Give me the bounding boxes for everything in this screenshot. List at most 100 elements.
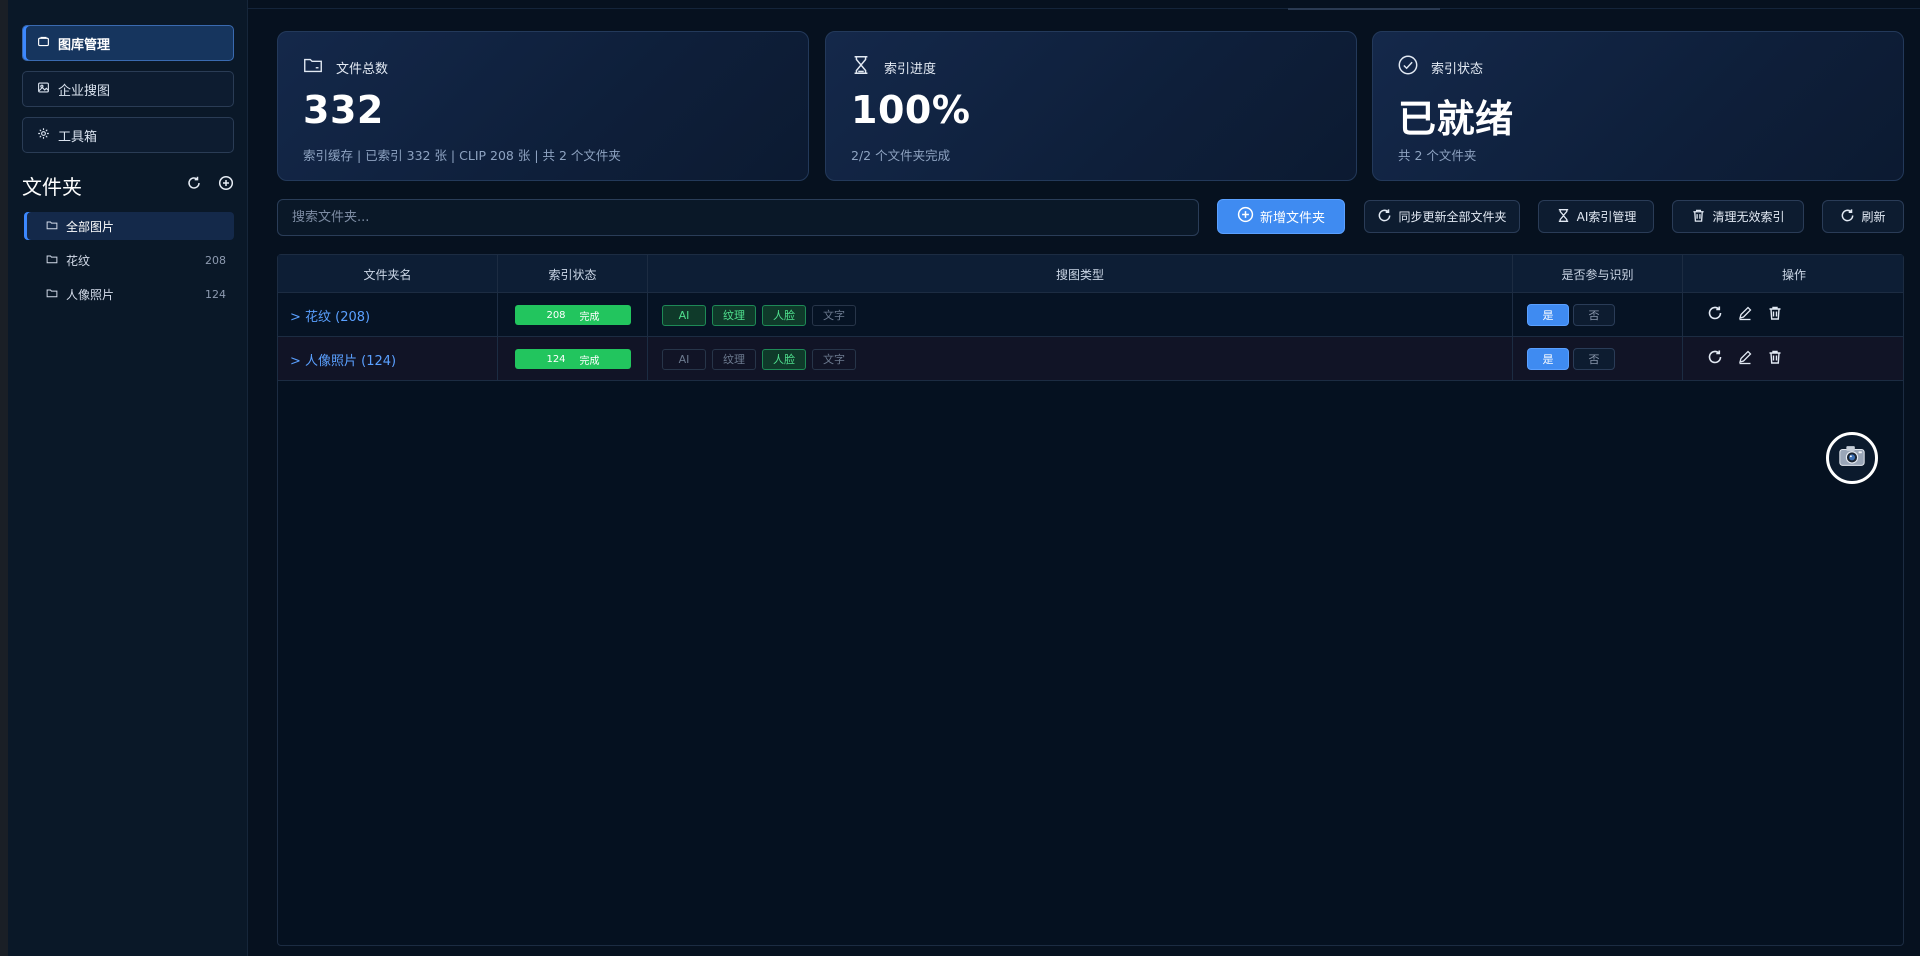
top-divider (248, 8, 1920, 9)
nav-library-button[interactable]: 图库管理 (22, 25, 234, 61)
folder-name-link[interactable]: > 人像照片 (124) (278, 337, 498, 381)
refresh-button[interactable]: 刷新 (1822, 200, 1904, 233)
table-row: > 人像照片 (124) 124 完成 AI 纹理 人脸 文字 是 否 (278, 337, 1903, 381)
folder-actions (186, 175, 236, 195)
nav-library-label: 图库管理 (58, 37, 111, 53)
actions-cell (1683, 337, 1905, 381)
edit-icon[interactable] (1737, 305, 1753, 325)
camera-icon (1837, 441, 1867, 475)
nav-enterprise-search-button[interactable]: 企业搜图 (22, 71, 234, 107)
recognition-no-button[interactable]: 否 (1573, 348, 1615, 370)
trash-icon (1691, 208, 1706, 226)
tag-texture[interactable]: 纹理 (712, 348, 756, 370)
recognition-yes-button[interactable]: 是 (1527, 348, 1569, 370)
folder-item-portrait[interactable]: 人像照片 124 (24, 280, 234, 308)
image-icon (37, 81, 50, 98)
tag-text[interactable]: 文字 (812, 348, 856, 370)
stat-card-value: 已就绪 (1398, 97, 1514, 141)
stat-card-subtext: 2/2 个文件夹完成 (851, 148, 951, 163)
stat-card-value: 100% (851, 88, 971, 132)
index-status-cell: 208 完成 (498, 293, 648, 337)
tag-face[interactable]: 人脸 (762, 304, 806, 326)
gear-icon (37, 127, 50, 144)
app-root: 图库管理 企业搜图 工具箱 文件夹 全部图片 花纹 208 人像照片 124 文… (0, 0, 1920, 956)
index-status-cell: 124 完成 (498, 337, 648, 381)
sync-icon (1377, 208, 1392, 226)
sidebar: 图库管理 企业搜图 工具箱 文件夹 全部图片 花纹 208 人像照片 124 (8, 0, 248, 956)
ai-index-management-label: AI索引管理 (1576, 210, 1637, 224)
folder-name-link[interactable]: > 花纹 (208) (278, 293, 498, 337)
sync-all-folders-button[interactable]: 同步更新全部文件夹 (1364, 200, 1520, 233)
tag-face[interactable]: 人脸 (762, 348, 806, 370)
stat-card-header: 索引状态 (1397, 54, 1483, 80)
folder-item-label: 人像照片 (66, 287, 115, 302)
folder-item-label: 花纹 (66, 253, 91, 268)
clean-invalid-index-button[interactable]: 清理无效索引 (1672, 200, 1804, 233)
sync-icon[interactable] (1707, 349, 1723, 369)
nav-enterprise-search-label: 企业搜图 (58, 83, 111, 99)
search-type-cell: AI 纹理 人脸 文字 (648, 293, 1513, 337)
tag-ai[interactable]: AI (662, 348, 706, 370)
index-status-badge: 208 完成 (515, 305, 631, 325)
recognition-toggle-cell: 是 否 (1513, 337, 1683, 381)
tag-ai[interactable]: AI (662, 304, 706, 326)
top-indicator (1288, 8, 1440, 10)
folder-section-header: 文件夹 (22, 170, 236, 200)
folder-icon (46, 219, 58, 234)
folder-section-title: 文件夹 (22, 174, 82, 199)
stat-card-value: 332 (303, 88, 384, 132)
stat-card-header: 文件总数 (302, 54, 388, 80)
status-count: 208 (546, 309, 566, 321)
floating-camera-button[interactable] (1826, 432, 1878, 484)
actions-cell (1683, 293, 1905, 337)
recognition-no-button[interactable]: 否 (1573, 304, 1615, 326)
recognition-toggle-cell: 是 否 (1513, 293, 1683, 337)
sync-icon[interactable] (1707, 305, 1723, 325)
stat-card-subtext: 索引缓存 | 已索引 332 张 | CLIP 208 张 | 共 2 个文件夹 (303, 148, 621, 163)
stat-card-header: 索引进度 (850, 54, 936, 80)
trash-icon[interactable] (1767, 305, 1783, 325)
sync-all-folders-label: 同步更新全部文件夹 (1398, 210, 1507, 224)
hourglass-icon (1556, 208, 1571, 226)
column-header-search-type: 搜图类型 (648, 255, 1513, 293)
nav-toolbox-button[interactable]: 工具箱 (22, 117, 234, 153)
add-folder-label: 新增文件夹 (1259, 211, 1325, 226)
folder-item-pattern[interactable]: 花纹 208 (24, 246, 234, 274)
folder-item-count: 124 (205, 287, 226, 301)
folder-table: 文件夹名 索引状态 搜图类型 是否参与识别 操作 > 花纹 (208) 208 … (277, 254, 1904, 946)
refresh-icon (1840, 208, 1855, 226)
search-type-cell: AI 纹理 人脸 文字 (648, 337, 1513, 381)
tag-texture[interactable]: 纹理 (712, 304, 756, 326)
folder-icon (46, 253, 58, 268)
column-header-folder-name: 文件夹名 (278, 255, 498, 293)
stat-card-title: 文件总数 (336, 61, 389, 77)
folder-item-all[interactable]: 全部图片 (24, 212, 234, 240)
status-label: 完成 (579, 355, 600, 367)
edit-icon[interactable] (1737, 349, 1753, 369)
refresh-label: 刷新 (1861, 210, 1886, 224)
add-folder-icon[interactable] (218, 175, 234, 195)
stat-card-index-status: 索引状态 已就绪 共 2 个文件夹 (1372, 31, 1904, 181)
table-header: 文件夹名 索引状态 搜图类型 是否参与识别 操作 (278, 255, 1903, 293)
column-header-actions: 操作 (1781, 267, 1806, 282)
folder-icon (302, 54, 324, 80)
folder-search-input[interactable] (277, 199, 1199, 236)
folder-item-label: 全部图片 (66, 219, 115, 234)
status-count: 124 (546, 353, 566, 365)
check-circle-icon (1397, 54, 1419, 80)
clean-invalid-index-label: 清理无效索引 (1712, 210, 1785, 224)
index-status-badge: 124 完成 (515, 349, 631, 369)
column-header-index-status: 索引状态 (498, 255, 648, 293)
add-folder-button[interactable]: 新增文件夹 (1217, 199, 1345, 234)
hourglass-icon (850, 54, 872, 80)
folder-item-count: 208 (205, 253, 226, 267)
nav-toolbox-label: 工具箱 (58, 129, 98, 145)
stat-card-subtext: 共 2 个文件夹 (1398, 148, 1477, 163)
trash-icon[interactable] (1767, 349, 1783, 369)
folder-icon (46, 287, 58, 302)
ai-index-management-button[interactable]: AI索引管理 (1538, 200, 1654, 233)
tag-text[interactable]: 文字 (812, 304, 856, 326)
table-row: > 花纹 (208) 208 完成 AI 纹理 人脸 文字 是 否 (278, 293, 1903, 337)
recognition-yes-button[interactable]: 是 (1527, 304, 1569, 326)
refresh-folders-icon[interactable] (186, 175, 202, 195)
